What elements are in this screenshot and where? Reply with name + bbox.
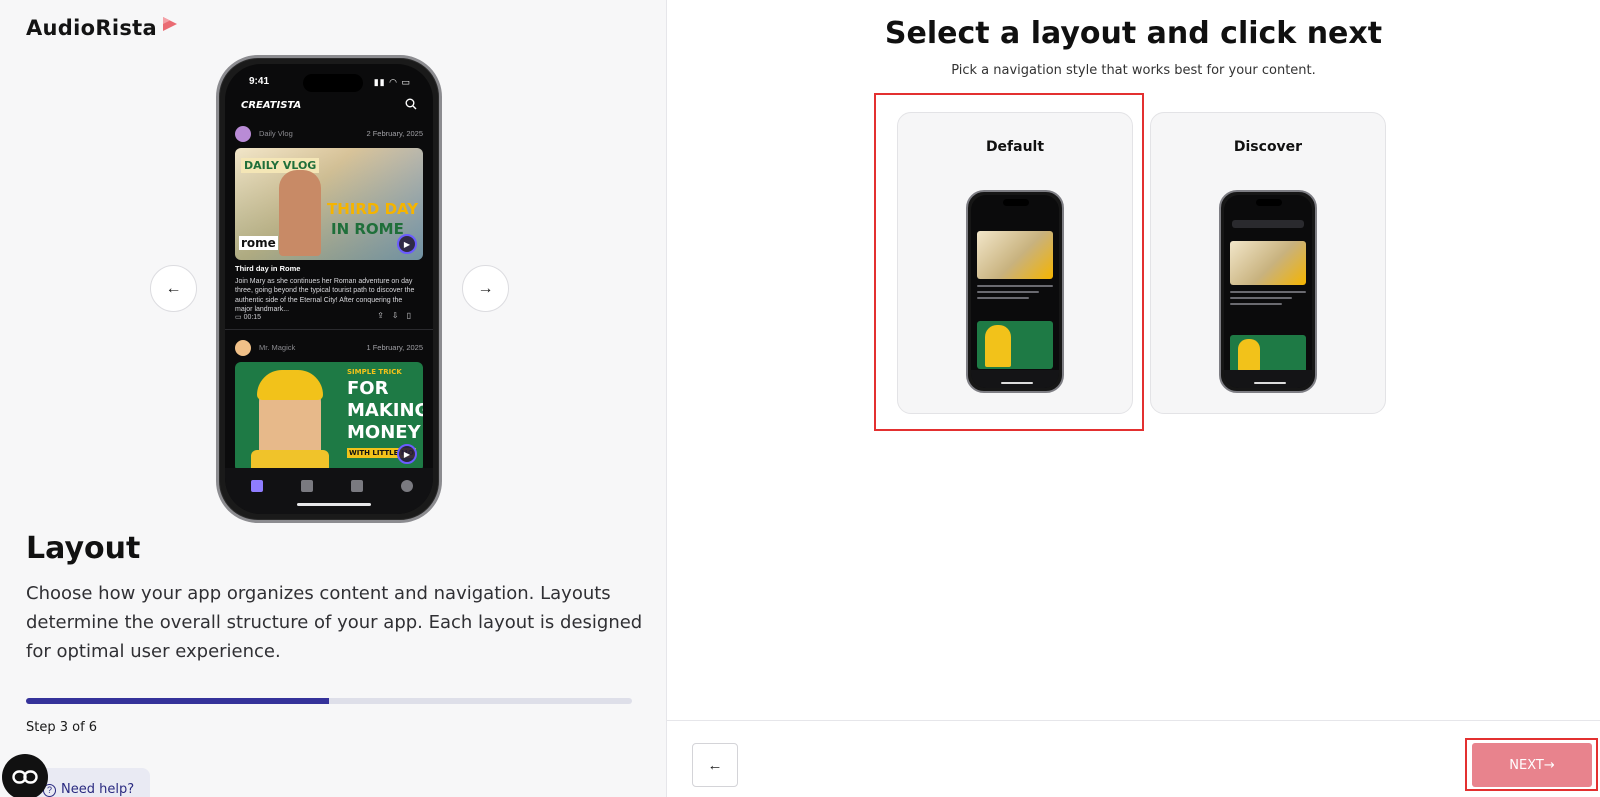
dynamic-island bbox=[303, 74, 363, 92]
arrow-left-icon: ← bbox=[165, 279, 182, 297]
chat-icon bbox=[12, 770, 38, 784]
chat-widget-button[interactable] bbox=[2, 754, 48, 797]
app-tab-bar bbox=[225, 468, 433, 514]
thumb-text: IN ROME bbox=[331, 220, 404, 238]
play-icon[interactable]: ▶ bbox=[397, 234, 417, 254]
logo-play-icon bbox=[163, 17, 177, 31]
thumb-text: SIMPLE TRICK bbox=[347, 368, 402, 376]
share-icon[interactable]: ⇪ bbox=[377, 311, 392, 320]
thumb-text: rome bbox=[239, 236, 278, 250]
phone-preview: 9:41 ▮▮ ◠ ▭ CREATISTA Daily Vlog 2 Febru… bbox=[216, 55, 442, 523]
footer-divider bbox=[667, 720, 1600, 721]
layout-preview-screen bbox=[1224, 195, 1312, 388]
preview-text-line bbox=[977, 297, 1029, 299]
home-indicator bbox=[1254, 382, 1286, 384]
left-panel: AudioRista ← → 9:41 ▮▮ ◠ ▭ CREATISTA Dai… bbox=[0, 0, 667, 797]
preview-text-line bbox=[1230, 303, 1282, 305]
thumb-text: THIRD DAY bbox=[327, 200, 419, 218]
preview-segment-control bbox=[1232, 220, 1304, 228]
beanie-illustration bbox=[257, 370, 323, 400]
section-description: Choose how your app organizes content an… bbox=[26, 583, 643, 662]
post-thumbnail[interactable]: SIMPLE TRICK FOR MAKING MONEY WITH LITTL… bbox=[235, 362, 423, 472]
progress-fill bbox=[26, 698, 329, 704]
play-icon[interactable]: ▶ bbox=[397, 444, 417, 464]
arrow-right-icon: → bbox=[477, 279, 494, 297]
preview-text-line bbox=[977, 285, 1053, 287]
layout-card-discover[interactable]: Discover bbox=[1150, 112, 1386, 414]
layout-card-label: Default bbox=[985, 139, 1045, 155]
layout-preview-phone bbox=[966, 190, 1064, 393]
app-brand: CREATISTA bbox=[241, 100, 302, 111]
download-icon[interactable]: ⇩ bbox=[392, 311, 407, 320]
thumb-text: MAKING bbox=[347, 400, 423, 421]
layout-card-label: Discover bbox=[1233, 139, 1303, 155]
preview-tab-bar bbox=[971, 370, 1059, 388]
post-divider bbox=[225, 329, 433, 330]
section-title: Layout bbox=[26, 531, 141, 566]
dynamic-island bbox=[1003, 199, 1029, 206]
help-label[interactable]: Need help? bbox=[61, 782, 134, 797]
post-author: Daily Vlog bbox=[259, 129, 293, 138]
video-icon: ▭ bbox=[235, 314, 244, 321]
person-illustration bbox=[985, 325, 1011, 367]
avatar bbox=[235, 126, 251, 142]
status-icons: ▮▮ ◠ ▭ bbox=[373, 77, 411, 87]
progress-bar bbox=[26, 698, 632, 704]
post-header: Mr. Magick 1 February, 2025 bbox=[235, 340, 423, 360]
thumb-text: FOR bbox=[347, 378, 389, 399]
carousel-next-button[interactable]: → bbox=[462, 265, 509, 312]
bookmark-icon[interactable]: ▯ bbox=[407, 311, 419, 320]
preview-text-line bbox=[977, 291, 1039, 293]
duration-text: 00:15 bbox=[243, 314, 262, 321]
brand-logo: AudioRista bbox=[26, 16, 157, 40]
preview-text-line bbox=[1230, 297, 1292, 299]
arrow-left-icon: ← bbox=[707, 756, 723, 774]
preview-tab-bar bbox=[1224, 370, 1312, 388]
layout-card-default[interactable]: Default bbox=[897, 112, 1133, 414]
dynamic-island bbox=[1256, 199, 1282, 206]
profile-icon[interactable] bbox=[401, 480, 413, 492]
preview-thumbnail bbox=[977, 231, 1053, 279]
post-date: 1 February, 2025 bbox=[366, 343, 423, 352]
post-actions: ⇪⇩▯ bbox=[377, 311, 419, 320]
post-thumbnail[interactable]: DAILY VLOG THIRD DAY IN ROME rome ▶ bbox=[235, 148, 423, 260]
inbox-icon[interactable] bbox=[301, 480, 313, 492]
thumb-text: MONEY bbox=[347, 422, 421, 443]
search-icon bbox=[405, 98, 417, 110]
page-title: Select a layout and click next bbox=[884, 16, 1383, 51]
post-description: Join Mary as she continues her Roman adv… bbox=[235, 278, 415, 314]
person-illustration bbox=[279, 170, 321, 256]
layout-preview-screen bbox=[971, 195, 1059, 388]
back-button[interactable]: ← bbox=[692, 743, 738, 787]
post-title: Third day in Rome bbox=[235, 264, 301, 273]
preview-text-line bbox=[1230, 291, 1306, 293]
home-indicator bbox=[1001, 382, 1033, 384]
page-subtitle: Pick a navigation style that works best … bbox=[951, 63, 1316, 78]
status-time: 9:41 bbox=[249, 76, 270, 87]
home-indicator bbox=[297, 503, 371, 506]
library-icon[interactable] bbox=[351, 480, 363, 492]
post-duration: ▭ 00:15 bbox=[235, 313, 261, 321]
avatar bbox=[235, 340, 251, 356]
home-icon[interactable] bbox=[251, 480, 263, 492]
post-header: Daily Vlog 2 February, 2025 bbox=[235, 126, 423, 146]
next-button[interactable]: NEXT→ bbox=[1472, 743, 1592, 787]
phone-screen: 9:41 ▮▮ ◠ ▭ CREATISTA Daily Vlog 2 Febru… bbox=[225, 64, 433, 514]
preview-thumbnail bbox=[1230, 241, 1306, 285]
step-indicator: Step 3 of 6 bbox=[26, 720, 98, 735]
layout-preview-phone bbox=[1219, 190, 1317, 393]
person-illustration bbox=[1238, 339, 1260, 371]
preview-thumbnail bbox=[1230, 335, 1306, 373]
preview-thumbnail bbox=[977, 321, 1053, 369]
post-author: Mr. Magick bbox=[259, 343, 296, 352]
carousel-prev-button[interactable]: ← bbox=[150, 265, 197, 312]
post-date: 2 February, 2025 bbox=[366, 129, 423, 138]
